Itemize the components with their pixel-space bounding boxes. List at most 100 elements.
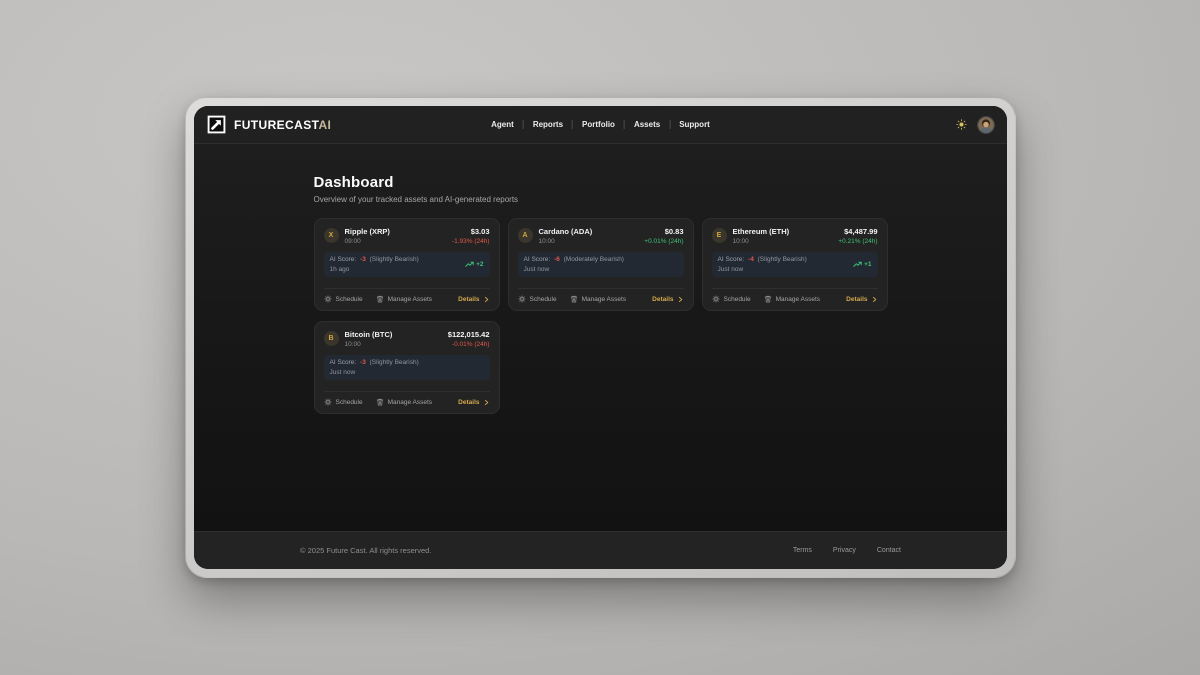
ai-score-updated: Just now <box>718 266 807 273</box>
footer-link-contact[interactable]: Contact <box>877 547 901 554</box>
asset-name: Cardano (ADA) <box>539 227 593 236</box>
footer-link-privacy[interactable]: Privacy <box>833 547 856 554</box>
trend-badge: +1 <box>853 260 871 269</box>
trash-icon <box>570 295 578 303</box>
asset-card-grid: X Ripple (XRP) 09:00 $3.03 -1.93% (24h) <box>314 218 888 414</box>
details-button[interactable]: Details <box>458 296 489 303</box>
asset-card-ada: A Cardano (ADA) 10:00 $0.83 +0.01% (24h) <box>508 218 694 311</box>
sun-icon[interactable] <box>956 119 967 130</box>
ai-score-value: -4 <box>748 256 754 263</box>
user-avatar[interactable] <box>978 117 994 133</box>
ai-score-sentiment: (Slightly Bearish) <box>758 256 807 263</box>
main-area: Dashboard Overview of your tracked asset… <box>194 144 1007 531</box>
details-button[interactable]: Details <box>458 399 489 406</box>
asset-change: -1.93% (24h) <box>452 238 490 245</box>
brand-suffix: AI <box>318 118 331 132</box>
asset-price: $0.83 <box>644 227 683 236</box>
asset-price: $122,015.42 <box>448 330 490 339</box>
asset-report-time: 10:00 <box>345 341 393 348</box>
ai-score-sentiment: (Slightly Bearish) <box>370 359 419 366</box>
details-button[interactable]: Details <box>652 296 683 303</box>
asset-initial-badge: A <box>518 228 533 243</box>
trend-badge: +2 <box>465 260 483 269</box>
trash-icon <box>376 398 384 406</box>
footer-links: Terms Privacy Contact <box>793 547 901 554</box>
manage-assets-button[interactable]: Manage Assets <box>376 295 432 303</box>
trend-value: +1 <box>864 261 871 268</box>
main-nav: Agent Reports Portfolio Assets Support <box>482 120 719 129</box>
ai-score-panel: AI Score: -3 (Slightly Bearish) Just now <box>324 355 490 380</box>
schedule-button[interactable]: Schedule <box>324 398 363 406</box>
ai-score-value: -6 <box>554 256 560 263</box>
asset-initial-badge: B <box>324 331 339 346</box>
ai-score-updated: Just now <box>524 266 624 273</box>
brand-wordmark: FUTURECASTAI <box>234 118 331 132</box>
gear-icon <box>324 398 332 406</box>
ai-score-panel: AI Score: -6 (Moderately Bearish) Just n… <box>518 252 684 277</box>
app-header: FUTURECASTAI Agent Reports Portfolio Ass… <box>194 106 1007 144</box>
gear-icon <box>324 295 332 303</box>
trending-up-icon <box>853 260 862 269</box>
ai-score-panel: AI Score: -3 (Slightly Bearish) 1h ago +… <box>324 252 490 277</box>
page-title: Dashboard <box>314 174 888 191</box>
asset-name: Ripple (XRP) <box>345 227 390 236</box>
asset-price: $3.03 <box>452 227 490 236</box>
trend-value: +2 <box>476 261 483 268</box>
app-footer: © 2025 Future Cast. All rights reserved.… <box>194 531 1007 569</box>
chevron-right-icon <box>677 296 684 303</box>
asset-report-time: 09:00 <box>345 238 390 245</box>
asset-change: +0.01% (24h) <box>644 238 683 245</box>
nav-item-portfolio[interactable]: Portfolio <box>573 120 624 129</box>
asset-card-eth: E Ethereum (ETH) 10:00 $4,487.99 +0.21% … <box>702 218 888 311</box>
asset-initial-badge: X <box>324 228 339 243</box>
asset-card-btc: B Bitcoin (BTC) 10:00 $122,015.42 -0.01%… <box>314 321 500 414</box>
brand-name: FUTURECAST <box>234 118 318 132</box>
ai-score-value: -3 <box>360 256 366 263</box>
schedule-button[interactable]: Schedule <box>518 295 557 303</box>
manage-assets-button[interactable]: Manage Assets <box>570 295 626 303</box>
nav-item-support[interactable]: Support <box>670 120 719 129</box>
asset-name: Ethereum (ETH) <box>733 227 790 236</box>
asset-card-xrp: X Ripple (XRP) 09:00 $3.03 -1.93% (24h) <box>314 218 500 311</box>
ai-score-label: AI Score: <box>524 256 551 263</box>
details-button[interactable]: Details <box>846 296 877 303</box>
asset-initial-badge: E <box>712 228 727 243</box>
nav-item-agent[interactable]: Agent <box>482 120 523 129</box>
trash-icon <box>376 295 384 303</box>
card-actions: Schedule Manage Assets Details <box>518 288 684 303</box>
app-window: FUTURECASTAI Agent Reports Portfolio Ass… <box>194 106 1007 569</box>
card-actions: Schedule Manage Assets Details <box>324 391 490 406</box>
gear-icon <box>712 295 720 303</box>
manage-assets-button[interactable]: Manage Assets <box>764 295 820 303</box>
asset-report-time: 10:00 <box>733 238 790 245</box>
asset-change: -0.01% (24h) <box>448 341 490 348</box>
card-actions: Schedule Manage Assets Details <box>712 288 878 303</box>
ai-score-label: AI Score: <box>330 256 357 263</box>
chevron-right-icon <box>483 296 490 303</box>
nav-item-reports[interactable]: Reports <box>524 120 572 129</box>
ai-score-panel: AI Score: -4 (Slightly Bearish) Just now… <box>712 252 878 277</box>
asset-price: $4,487.99 <box>838 227 877 236</box>
asset-change: +0.21% (24h) <box>838 238 877 245</box>
footer-link-terms[interactable]: Terms <box>793 547 812 554</box>
ai-score-sentiment: (Slightly Bearish) <box>370 256 419 263</box>
device-frame: FUTURECASTAI Agent Reports Portfolio Ass… <box>185 97 1016 578</box>
ai-score-updated: 1h ago <box>330 266 419 273</box>
asset-name: Bitcoin (BTC) <box>345 330 393 339</box>
trending-up-icon <box>465 260 474 269</box>
nav-item-assets[interactable]: Assets <box>625 120 669 129</box>
gear-icon <box>518 295 526 303</box>
chevron-right-icon <box>483 399 490 406</box>
card-actions: Schedule Manage Assets Details <box>324 288 490 303</box>
chevron-right-icon <box>871 296 878 303</box>
asset-report-time: 10:00 <box>539 238 593 245</box>
ai-score-updated: Just now <box>330 369 419 376</box>
trash-icon <box>764 295 772 303</box>
ai-score-label: AI Score: <box>718 256 745 263</box>
schedule-button[interactable]: Schedule <box>712 295 751 303</box>
manage-assets-button[interactable]: Manage Assets <box>376 398 432 406</box>
header-actions <box>956 117 994 133</box>
copyright-text: © 2025 Future Cast. All rights reserved. <box>300 546 431 555</box>
schedule-button[interactable]: Schedule <box>324 295 363 303</box>
page-subtitle: Overview of your tracked assets and AI-g… <box>314 195 888 204</box>
